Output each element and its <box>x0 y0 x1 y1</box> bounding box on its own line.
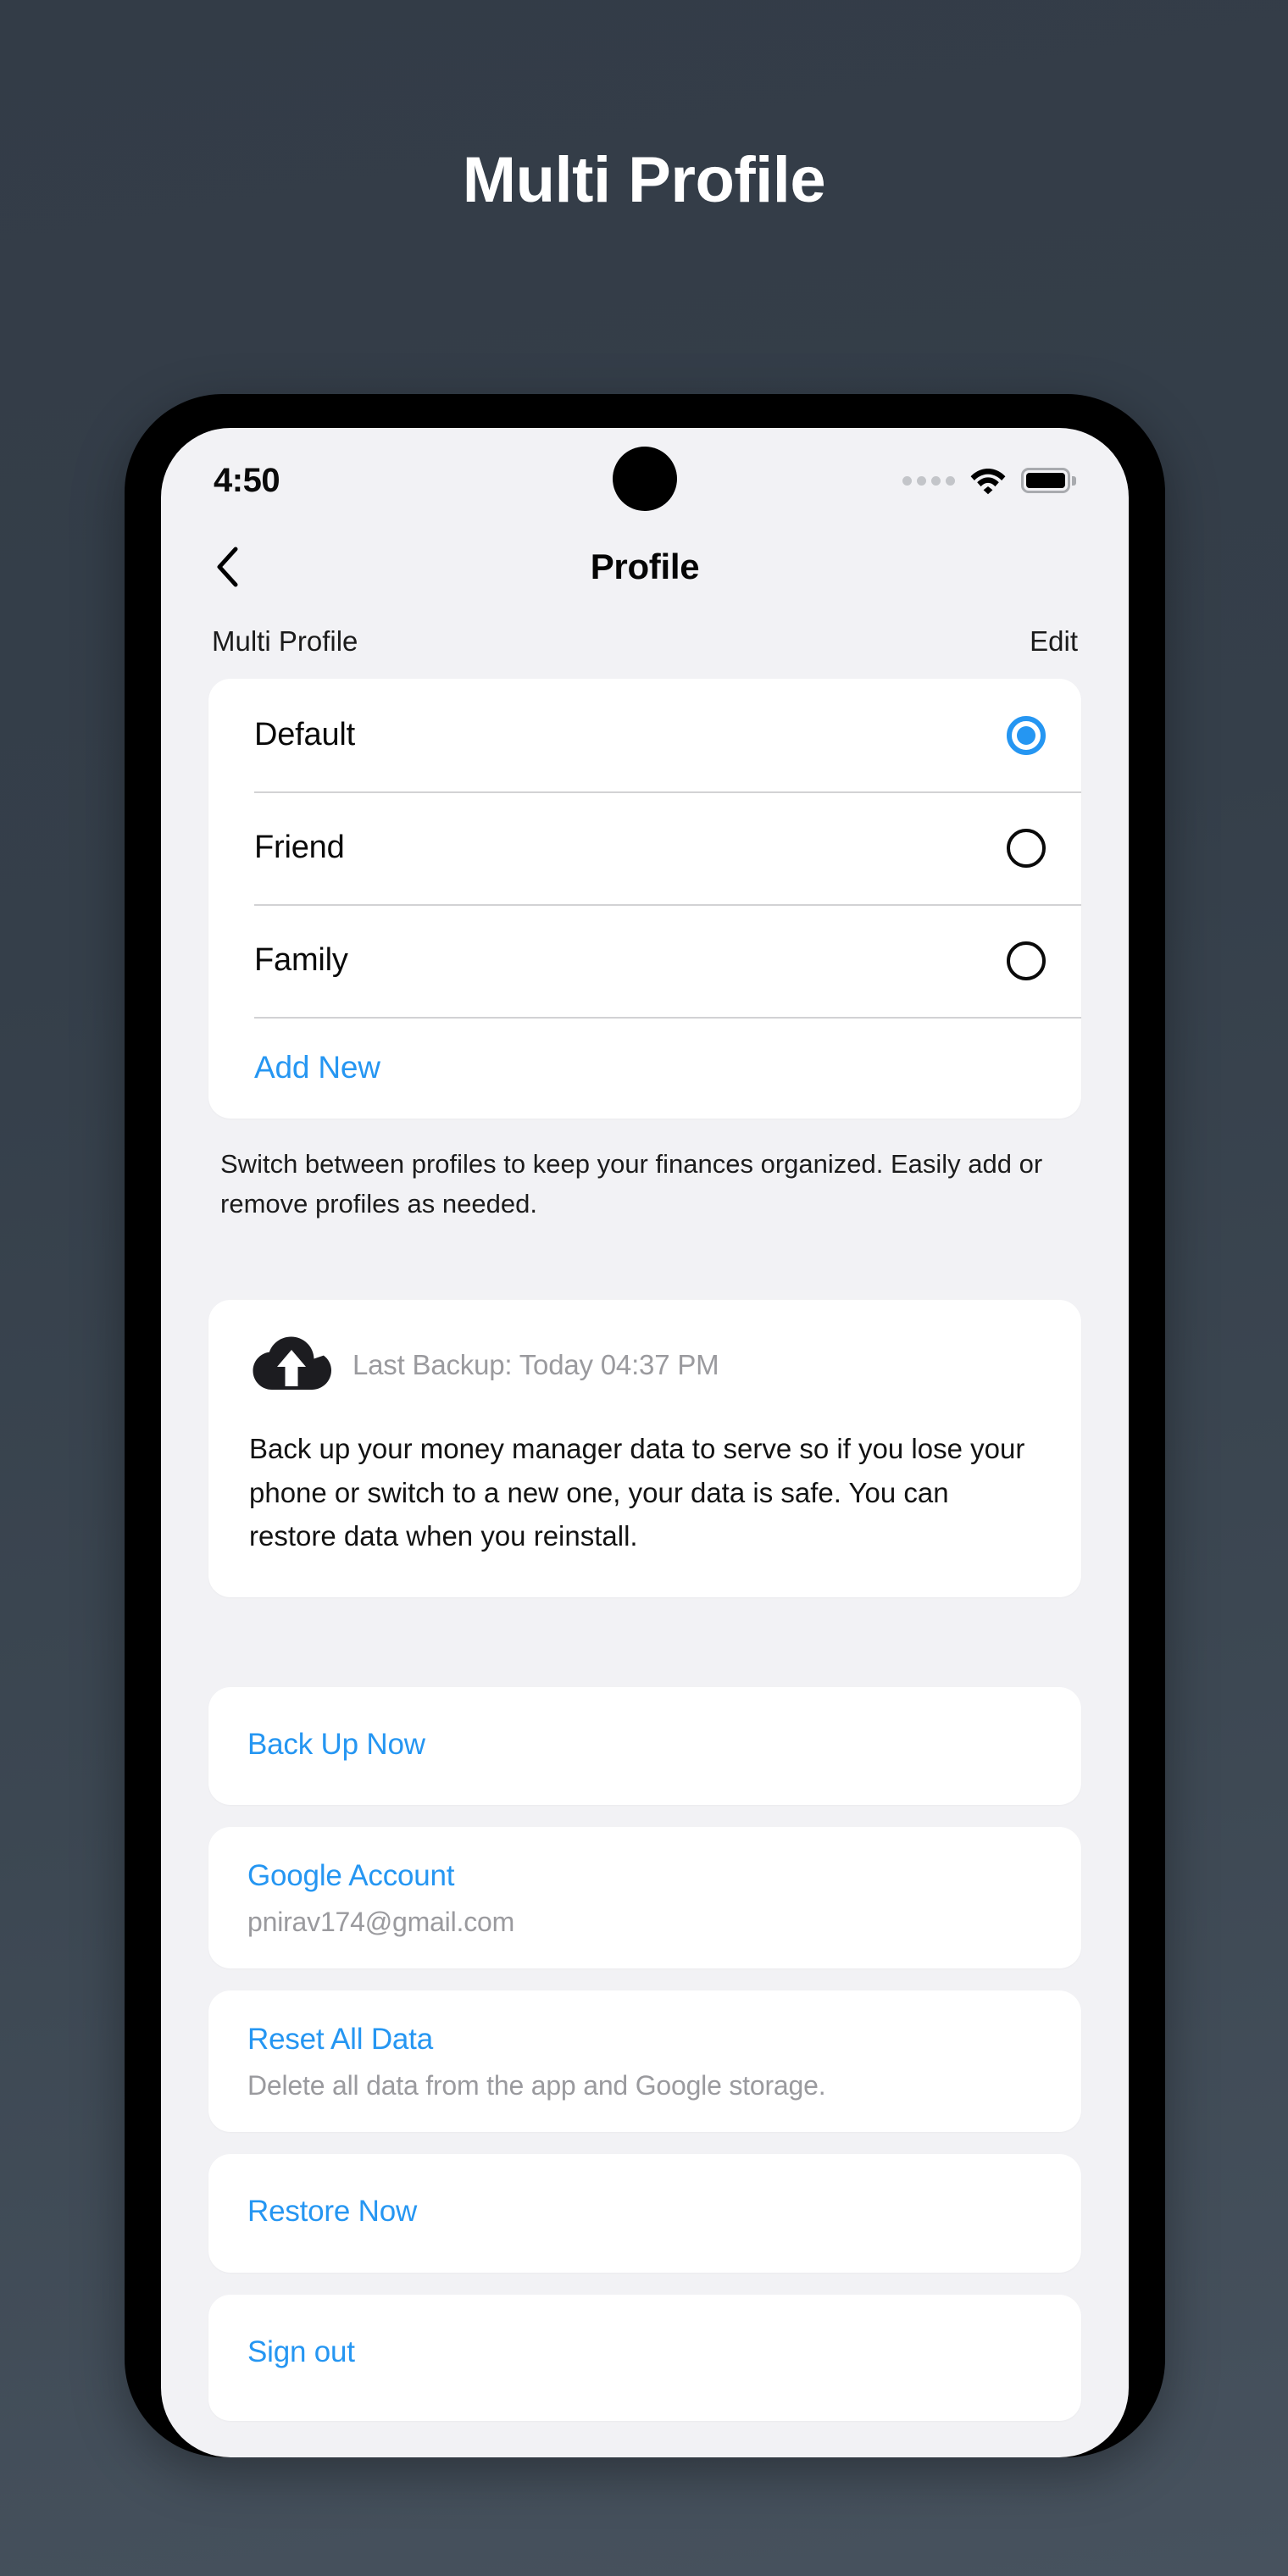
last-backup-time: Last Backup: Today 04:37 PM <box>353 1349 719 1381</box>
action-subtitle: Delete all data from the app and Google … <box>247 2069 826 2101</box>
profile-help-text: Switch between profiles to keep your fin… <box>220 1149 1043 1219</box>
edit-button[interactable]: Edit <box>1030 625 1078 658</box>
action-title: Google Account <box>247 1859 455 1893</box>
signal-dots-icon <box>902 475 955 486</box>
dynamic-island <box>613 447 677 511</box>
page-title: Multi Profile <box>462 144 826 216</box>
back-up-now-button[interactable]: Back Up Now <box>208 1686 1081 1806</box>
google-account-row[interactable]: Google Account pnirav174@gmail.com <box>208 1827 1081 1969</box>
profile-list-card: Default Friend Family Add New <box>208 679 1081 1119</box>
cloud-upload-icon <box>253 1336 331 1391</box>
section-label: Multi Profile <box>212 625 358 657</box>
profile-row[interactable]: Family <box>208 904 1081 1017</box>
add-new-profile-button[interactable]: Add New <box>208 1017 1081 1119</box>
profile-name: Default <box>254 717 356 752</box>
profile-radio-selected[interactable] <box>1007 715 1046 755</box>
status-bar: 4:50 <box>161 428 1129 521</box>
profile-name: Friend <box>254 830 345 865</box>
action-title: Reset All Data <box>247 2023 433 2057</box>
status-time: 4:50 <box>214 461 280 499</box>
status-indicators <box>902 454 1076 495</box>
backup-description: Back up your money manager data to serve… <box>249 1433 1025 1552</box>
action-title: Sign out <box>247 2334 355 2368</box>
profile-name: Family <box>254 942 348 978</box>
sign-out-button[interactable]: Sign out <box>208 2294 1081 2422</box>
backup-header: Last Backup: Today 04:37 PM <box>246 1332 1044 1398</box>
profile-radio[interactable] <box>1007 828 1046 868</box>
nav-bar: Profile <box>161 521 1129 613</box>
action-title: Restore Now <box>247 2194 418 2228</box>
profile-row[interactable]: Friend <box>208 791 1081 904</box>
section-header: Multi Profile Edit <box>161 613 1129 665</box>
chevron-left-icon <box>217 547 238 587</box>
battery-full-icon <box>1021 468 1076 493</box>
add-new-label: Add New <box>254 1050 380 1085</box>
restore-now-button[interactable]: Restore Now <box>208 2153 1081 2273</box>
nav-title: Profile <box>590 547 700 586</box>
phone-screen: 4:50 Profile Multi Profile Edit Default … <box>161 428 1129 2457</box>
phone-frame: 4:50 Profile Multi Profile Edit Default … <box>125 394 1165 2457</box>
action-subtitle: pnirav174@gmail.com <box>247 1907 515 1938</box>
profile-row[interactable]: Default <box>208 679 1081 791</box>
backup-card: Last Backup: Today 04:37 PM Back up your… <box>208 1300 1081 1597</box>
back-button[interactable] <box>202 541 253 592</box>
profile-radio[interactable] <box>1007 941 1046 980</box>
reset-all-data-button[interactable]: Reset All Data Delete all data from the … <box>208 1990 1081 2132</box>
action-title: Back Up Now <box>247 1727 425 1761</box>
wifi-icon <box>970 469 1006 495</box>
